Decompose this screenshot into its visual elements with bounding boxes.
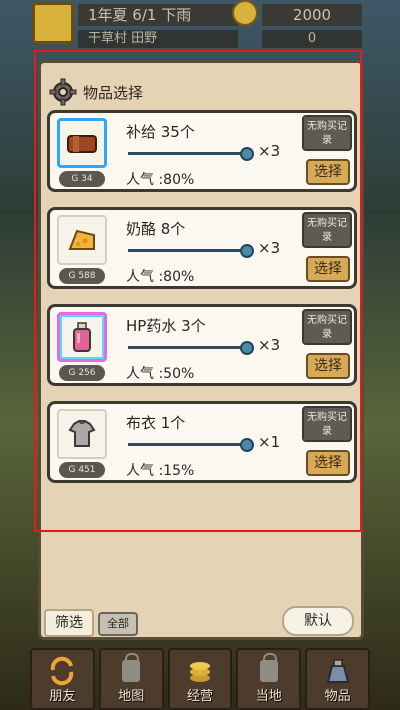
item-name: 补给 35个 (126, 123, 195, 141)
quantity-slider-handle[interactable] (240, 341, 254, 355)
item-name: 奶酪 8个 (126, 220, 186, 238)
panel-header: 物品选择 (49, 77, 143, 107)
item-thumb[interactable] (57, 118, 107, 168)
nav-business[interactable]: 经营 (167, 648, 233, 710)
gold-coin-icon (232, 0, 258, 26)
money-display: 2000 (262, 4, 362, 26)
supply-crate-icon (67, 135, 97, 153)
filter-button[interactable]: 筛选 (44, 609, 94, 637)
item-popularity: 人气 :50% (126, 366, 195, 382)
item-name: 布衣 1个 (126, 414, 186, 432)
item-thumb[interactable] (57, 215, 107, 265)
all-filter-button[interactable]: 全部 (98, 612, 138, 636)
potion-bag-icon (326, 659, 349, 683)
quantity-slider-handle[interactable] (240, 438, 254, 452)
item-select-panel: 物品选择 G 34 补给 35个 ×3 人气 :80% 无购买记录 选择 G 5… (38, 60, 364, 640)
nav-label: 物品 (324, 689, 351, 704)
quantity-slider-track[interactable] (128, 346, 242, 349)
coin-stack-icon (189, 662, 210, 682)
nav-label: 经营 (186, 689, 213, 704)
item-multiplier: ×3 (258, 142, 281, 160)
lock-icon (116, 653, 146, 686)
item-popularity: 人气 :80% (126, 269, 195, 285)
item-multiplier: ×3 (258, 336, 281, 354)
bottom-nav: 朋友 地图 经营 当地 物品 (30, 648, 370, 710)
item-multiplier: ×1 (258, 433, 281, 451)
no-history-badge: 无购买记录 (302, 309, 352, 345)
item-price: G 588 (59, 268, 105, 284)
choose-button[interactable]: 选择 (306, 256, 350, 282)
no-history-badge: 无购买记录 (302, 406, 352, 442)
item-thumb[interactable] (57, 409, 107, 459)
nav-items[interactable]: 物品 (305, 648, 370, 710)
default-sort-button[interactable]: 默认 (282, 606, 354, 636)
quantity-slider-track[interactable] (128, 249, 242, 252)
item-popularity: 人气 :80% (126, 172, 195, 188)
cheese-icon (68, 229, 95, 250)
nav-map[interactable]: 地图 (98, 648, 164, 710)
location-display: 干草村 田野 (78, 30, 238, 48)
quantity-slider-track[interactable] (128, 443, 242, 446)
potion-icon (73, 322, 91, 352)
choose-button[interactable]: 选择 (306, 450, 350, 476)
panel-title: 物品选择 (83, 83, 144, 102)
item-card: G 34 补给 35个 ×3 人气 :80% 无购买记录 选择 (47, 110, 357, 192)
item-popularity: 人气 :15% (126, 463, 195, 479)
choose-button[interactable]: 选择 (306, 159, 350, 185)
quantity-slider-handle[interactable] (240, 147, 254, 161)
item-price: G 34 (59, 171, 105, 187)
gear-icon (49, 78, 77, 106)
quantity-slider-track[interactable] (128, 152, 242, 155)
item-card: G 588 奶酪 8个 ×3 人气 :80% 无购买记录 选择 (47, 207, 357, 289)
cloth-armor-icon (68, 420, 96, 447)
nav-label: 地图 (118, 689, 145, 704)
item-name: HP药水 3个 (126, 317, 206, 335)
item-price: G 256 (59, 365, 105, 381)
no-history-badge: 无购买记录 (302, 212, 352, 248)
item-card: G 451 布衣 1个 ×1 人气 :15% 无购买记录 选择 (47, 401, 357, 483)
nav-label: 当地 (255, 689, 282, 704)
top-hud: 1年夏 6/1 下雨 2000 干草村 田野 0 (0, 0, 400, 50)
item-card: G 256 HP药水 3个 ×3 人气 :50% 无购买记录 选择 (47, 304, 357, 386)
item-multiplier: ×3 (258, 239, 281, 257)
item-price: G 451 (59, 462, 105, 478)
item-thumb[interactable] (57, 312, 107, 362)
quantity-slider-handle[interactable] (240, 244, 254, 258)
season-icon (32, 2, 74, 44)
no-history-badge: 无购买记录 (302, 115, 352, 151)
nav-label: 朋友 (49, 689, 76, 704)
friend-swap-icon (51, 656, 74, 686)
counter-display: 0 (262, 30, 362, 48)
nav-friends[interactable]: 朋友 (30, 648, 95, 710)
choose-button[interactable]: 选择 (306, 353, 350, 379)
nav-local[interactable]: 当地 (236, 648, 302, 710)
date-display: 1年夏 6/1 下雨 (78, 4, 238, 26)
lock-icon (254, 653, 284, 686)
